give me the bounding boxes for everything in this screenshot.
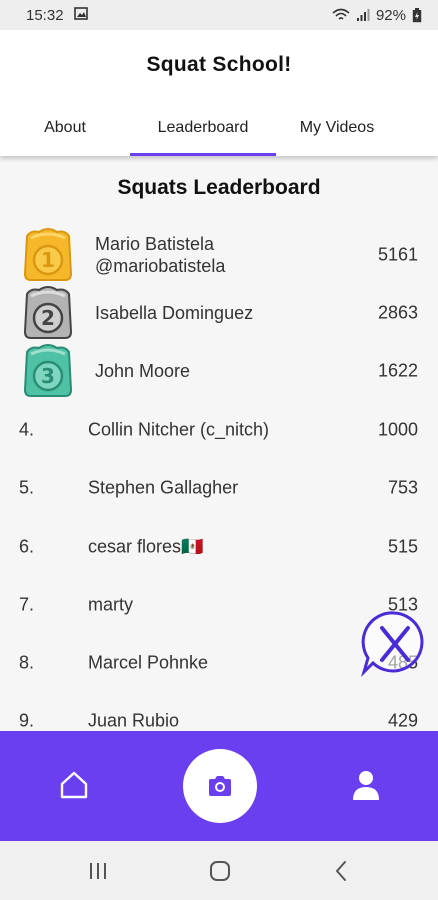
player-rank: 5. — [19, 477, 35, 498]
x-chat-icon[interactable] — [360, 610, 428, 678]
silver-medal-icon: 2 — [23, 286, 73, 339]
leaderboard-row-5[interactable]: 5. Stephen Gallagher 753 — [0, 459, 438, 517]
battery-icon — [412, 7, 422, 23]
player-score: 1000 — [377, 419, 418, 440]
player-rank: 8. — [19, 652, 35, 673]
player-name: Collin Nitcher (c_nitch) — [88, 419, 270, 440]
player-name: Stephen Gallagher — [88, 477, 239, 498]
profile-icon[interactable] — [350, 768, 382, 802]
player-rank: 7. — [19, 594, 35, 615]
camera-button[interactable] — [183, 749, 257, 823]
player-name: John Moore — [95, 361, 191, 381]
tab-leaderboard[interactable]: Leaderboard — [130, 100, 276, 156]
svg-text:2: 2 — [41, 306, 55, 330]
player-score: 429 — [387, 710, 418, 731]
player-score: 2863 — [377, 302, 418, 323]
status-bar: 15:32 92% — [0, 0, 438, 30]
player-rank: 6. — [19, 536, 35, 557]
leaderboard-row-3[interactable]: 3 John Moore 1622 — [0, 342, 438, 400]
bottom-nav-bar — [0, 731, 438, 841]
svg-text:3: 3 — [41, 364, 55, 388]
player-name: Marcel Pohnke — [88, 652, 209, 673]
player-score: 515 — [387, 536, 418, 557]
tab-bar: About Leaderboard My Videos — [0, 100, 438, 156]
leaderboard-row-9[interactable]: 9. Juan Rubio 429 — [0, 692, 438, 731]
gallery-icon — [73, 6, 88, 24]
wifi-icon — [332, 8, 350, 22]
page-title: Squat School! — [146, 53, 292, 76]
player-score: 753 — [387, 477, 418, 498]
player-name: cesar flores🇲🇽 — [88, 536, 204, 557]
leaderboard-row-1[interactable]: 1 Mario Batistela @mariobatistela 5161 — [0, 226, 438, 284]
player-score: 1622 — [377, 360, 418, 381]
player-full-name: Mario Batistela — [95, 234, 215, 254]
leaderboard-row-2[interactable]: 2 Isabella Dominguez 2863 — [0, 284, 438, 342]
player-name: Mario Batistela @mariobatistela — [95, 233, 225, 277]
tab-about[interactable]: About — [0, 100, 130, 156]
battery-percent: 92% — [375, 6, 406, 24]
tab-my-videos[interactable]: My Videos — [276, 100, 398, 156]
home-icon[interactable] — [58, 769, 90, 801]
system-navigation-bar — [0, 841, 438, 900]
back-icon[interactable] — [328, 857, 356, 885]
svg-text:1: 1 — [41, 248, 55, 272]
leaderboard-row-4[interactable]: 4. Collin Nitcher (c_nitch) 1000 — [0, 401, 438, 459]
leaderboard-panel[interactable]: Squats Leaderboard 1 Mario Batistela @ma… — [0, 156, 438, 731]
home-button-icon[interactable] — [206, 857, 234, 885]
camera-icon — [209, 776, 231, 796]
player-rank: 4. — [19, 419, 35, 440]
gold-medal-icon: 1 — [23, 228, 73, 281]
app-header: Squat School! — [0, 30, 438, 100]
player-score: 5161 — [377, 244, 418, 265]
bronze-medal-icon: 3 — [23, 344, 73, 397]
player-name: Juan Rubio — [88, 710, 180, 731]
signal-icon — [356, 8, 370, 22]
player-name: Isabella Dominguez — [95, 303, 254, 323]
leaderboard-title: Squats Leaderboard — [117, 176, 321, 199]
player-handle: @mariobatistela — [95, 256, 226, 276]
leaderboard-row-6[interactable]: 6. cesar flores🇲🇽 515 — [0, 518, 438, 576]
status-time: 15:32 — [26, 6, 64, 24]
player-name: marty — [88, 594, 133, 615]
recent-apps-icon[interactable] — [84, 857, 112, 885]
player-rank: 9. — [19, 710, 35, 731]
